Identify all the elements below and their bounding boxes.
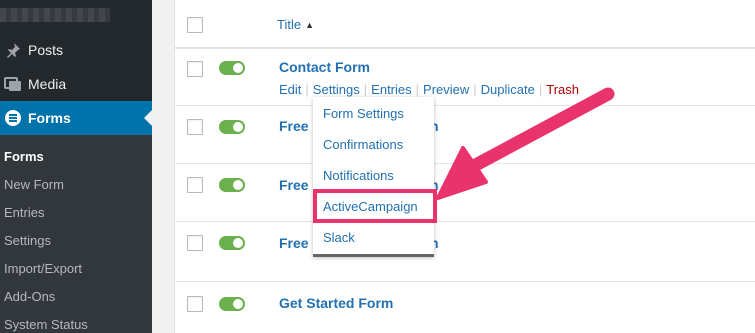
table-row: Get Started Form — [175, 281, 755, 333]
select-all-checkbox[interactable] — [187, 17, 203, 33]
table-row: Free n — [175, 105, 755, 163]
submenu-forms[interactable]: Forms — [4, 149, 44, 164]
sort-ascending-icon: ▲ — [305, 20, 314, 30]
row-checkbox[interactable] — [187, 235, 203, 251]
submenu-entries[interactable]: Entries — [4, 205, 44, 220]
media-icon — [3, 74, 23, 94]
settings-dropdown-menu: Form Settings Confirmations Notification… — [313, 97, 434, 257]
activecampaign-highlight-box[interactable]: ActiveCampaign — [313, 189, 437, 223]
row-actions: Edit | Settings | Entries | Preview | Duplicate |… — [279, 82, 580, 97]
dropdown-item-form-settings[interactable]: Form Settings — [323, 106, 404, 121]
submenu-add-ons[interactable]: Add-Ons — [4, 289, 55, 304]
trash-link[interactable]: Trash — [546, 82, 579, 97]
admin-sidebar: Posts Media Forms Forms New Form Entries… — [0, 0, 152, 333]
forms-submenu: Forms New Form Entries Settings Import/E… — [0, 135, 152, 333]
entries-link[interactable]: Entries — [371, 82, 411, 97]
row-checkbox[interactable] — [187, 177, 203, 193]
form-title-link[interactable]: Free — [279, 118, 309, 134]
active-toggle[interactable] — [219, 61, 245, 75]
submenu-import-export[interactable]: Import/Export — [4, 261, 82, 276]
row-checkbox[interactable] — [187, 296, 203, 312]
dropdown-item-notifications[interactable]: Notifications — [323, 168, 394, 183]
dropdown-item-confirmations[interactable]: Confirmations — [323, 137, 403, 152]
preview-link[interactable]: Preview — [423, 82, 469, 97]
dropdown-item-activecampaign[interactable]: ActiveCampaign — [323, 199, 418, 214]
row-checkbox[interactable] — [187, 119, 203, 135]
duplicate-link[interactable]: Duplicate — [481, 82, 535, 97]
sidebar-item-posts[interactable]: Posts — [0, 33, 152, 67]
sidebar-item-label: Posts — [28, 42, 64, 58]
form-title-link[interactable]: Get Started Form — [279, 295, 393, 311]
submenu-new-form[interactable]: New Form — [4, 177, 64, 192]
form-title-link[interactable]: Free — [279, 235, 309, 251]
settings-link[interactable]: Settings — [313, 82, 360, 97]
sidebar-item-forms[interactable]: Forms — [0, 101, 152, 135]
blurred-site-title — [0, 8, 110, 22]
active-toggle[interactable] — [219, 297, 245, 311]
active-toggle[interactable] — [219, 120, 245, 134]
edit-link[interactable]: Edit — [279, 82, 301, 97]
active-toggle[interactable] — [219, 236, 245, 250]
pushpin-icon — [3, 40, 23, 60]
title-column-header[interactable]: Title ▲ — [277, 17, 314, 32]
active-toggle[interactable] — [219, 178, 245, 192]
table-row: Free n — [175, 163, 755, 221]
sidebar-item-label: Forms — [28, 110, 71, 126]
forms-icon — [3, 108, 23, 128]
row-checkbox[interactable] — [187, 61, 203, 77]
sidebar-item-label: Media — [28, 76, 67, 92]
table-row: Free n — [175, 221, 755, 281]
submenu-settings[interactable]: Settings — [4, 233, 51, 248]
dropdown-item-slack[interactable]: Slack — [323, 230, 355, 245]
submenu-system-status[interactable]: System Status — [4, 317, 88, 332]
form-title-link[interactable]: Free — [279, 177, 309, 193]
sidebar-item-media[interactable]: Media — [0, 67, 152, 101]
table-header: Title ▲ — [175, 0, 755, 48]
form-title-link[interactable]: Contact Form — [279, 59, 370, 75]
forms-table: Title ▲ Contact Form Edit | Settings | Entrie… — [174, 0, 755, 333]
